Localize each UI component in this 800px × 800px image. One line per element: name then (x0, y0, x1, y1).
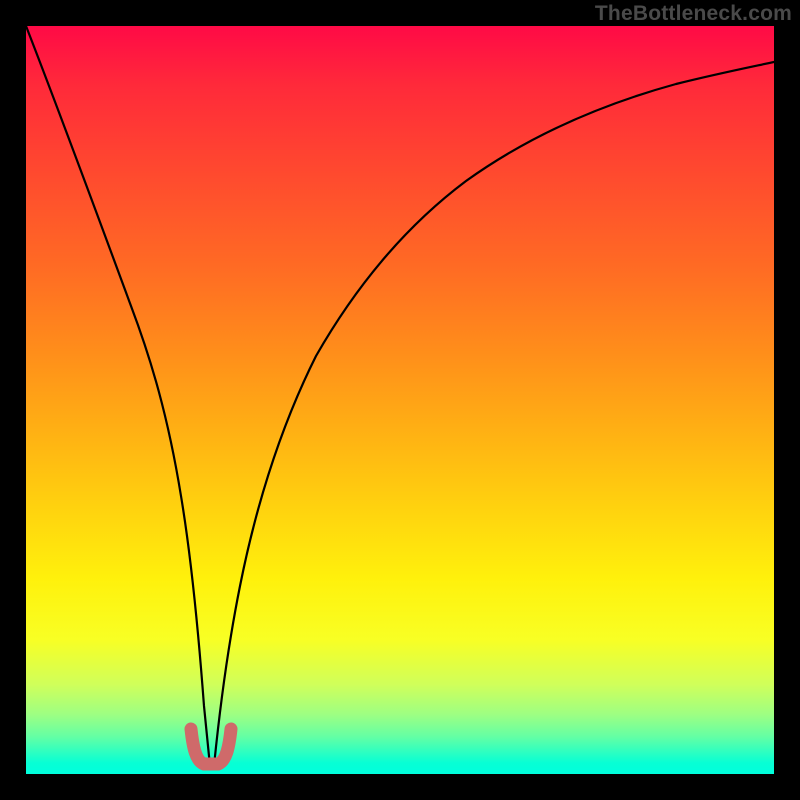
chart-frame: TheBottleneck.com (0, 0, 800, 800)
bottleneck-curve-path (26, 26, 774, 766)
optimal-marker-path (191, 729, 231, 764)
plot-background-gradient (26, 26, 774, 774)
bottleneck-curve (26, 26, 774, 766)
optimal-marker (191, 729, 231, 764)
watermark-text: TheBottleneck.com (595, 2, 792, 26)
chart-svg (26, 26, 774, 774)
